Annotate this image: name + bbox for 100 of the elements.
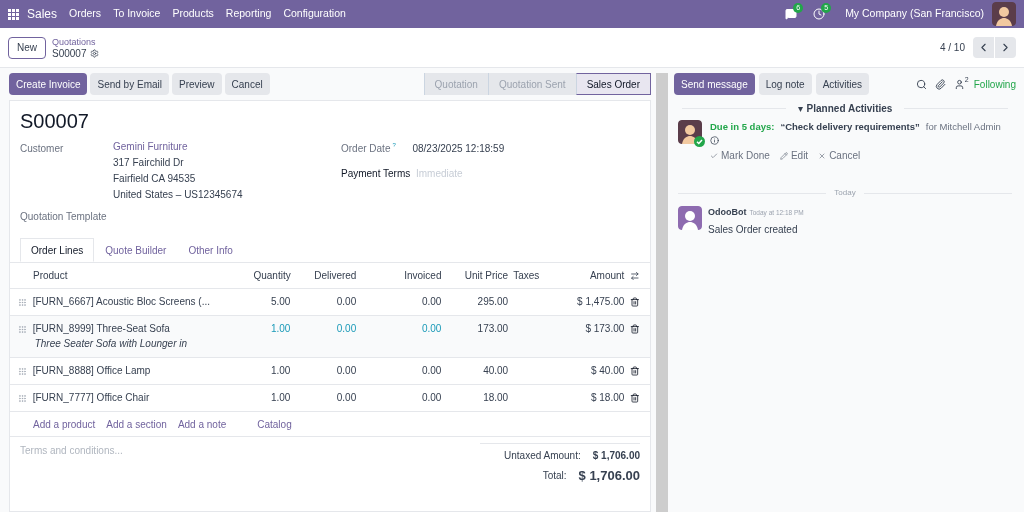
breadcrumb-link[interactable]: Quotations [52,36,99,48]
chatter-button[interactable]: Activities [815,73,870,95]
menu-item[interactable]: Orders [69,6,102,22]
delete-icon[interactable] [630,393,640,403]
company-switcher[interactable]: My Company (San Francisco) [845,6,984,22]
invoiced-cell-text: 0.00 [420,365,442,377]
unit-price-cell-text: 40.00 [482,365,509,377]
drag-handle-icon[interactable] [18,298,27,307]
stage-button[interactable]: Sales Order [575,73,651,95]
product-cell-text: [FURN_6667] Acoustic Bloc Screens (... [32,296,211,308]
activity-action[interactable]: Edit [779,148,809,164]
amount-cell-text: $ 1,475.00 [576,296,625,308]
delivered-cell-text: 0.00 [335,323,357,336]
customer-link[interactable]: Gemini Furniture [113,139,243,155]
message-author: OdooBot [708,206,747,220]
bot-avatar [678,206,702,231]
check-icon [710,151,718,160]
menu-item[interactable]: Products [172,6,214,22]
column-header[interactable]: Delivered [290,268,357,283]
delete-icon[interactable] [630,297,640,307]
totals-label: Total: [542,469,567,484]
drag-handle-icon[interactable] [18,367,27,376]
message-body: Sales Order created [708,222,799,237]
column-settings-icon[interactable] [630,270,640,281]
action-button[interactable]: Cancel [224,73,270,95]
delete-icon[interactable] [630,324,640,334]
following-button[interactable]: Following [973,76,1016,92]
product-cell-text: [FURN_7777] Office Chair [32,392,151,404]
amount-cell-text: $ 18.00 [589,392,625,404]
close-icon [818,151,827,160]
messages-icon[interactable] [785,8,798,20]
scrollbar[interactable] [656,73,668,512]
field-label: Order Date [341,142,391,156]
terms-field[interactable]: Terms and conditions... [20,443,480,458]
menu-item[interactable]: Configuration [283,6,346,22]
activity-summary: “Check delivery requirements” [780,120,920,134]
quantity-cell-text: 1.00 [269,365,291,377]
totals-value: $ 1,706.00 [592,449,640,463]
activity-action[interactable]: Cancel [818,148,861,164]
field-value: 08/23/2025 12:18:59 [412,142,505,156]
column-header[interactable]: Taxes [508,268,549,283]
delivered-cell-text: 0.00 [335,392,357,404]
field-label: Quotation Template [20,210,108,224]
order-line-row[interactable]: [FURN_8999] Three-Seat Sofa Three Seater Sofa with Lounger in 1.00 0.00 0.00 173.00 $ 173.00 [10,316,650,358]
previous-button[interactable] [973,37,994,58]
settings-icon[interactable] [89,48,99,58]
pencil-icon [779,151,788,160]
tab[interactable]: Other Info [177,238,244,262]
drag-handle-icon[interactable] [18,394,27,403]
search-icon[interactable] [915,78,927,90]
activity-action[interactable]: Mark Done [710,148,770,164]
column-header[interactable]: Unit Price [441,268,509,283]
info-icon[interactable] [710,136,719,146]
paperclip-icon[interactable] [934,78,946,90]
field-label: Payment Terms [341,167,412,181]
address-line: United States – US12345674 [113,188,243,202]
action-button[interactable]: Preview [171,73,222,95]
add-line-link[interactable]: Add a product [33,416,96,432]
drag-handle-icon[interactable] [18,325,27,334]
quantity-cell-text: 5.00 [269,296,291,308]
check-badge-icon [694,136,705,147]
add-line-link[interactable]: Add a section [106,416,167,432]
add-line-link[interactable]: Add a note [177,416,227,432]
followers-icon[interactable] [953,78,965,90]
amount-cell-text: $ 40.00 [589,365,625,377]
tab[interactable]: Order Lines [20,238,95,262]
user-avatar [992,2,1016,26]
column-header[interactable]: Amount [548,268,625,283]
action-button[interactable]: Create Invoice [9,73,88,95]
totals-label: Untaxed Amount: [504,449,581,463]
column-header[interactable]: Quantity [223,268,291,283]
quantity-cell-text: 1.00 [269,323,291,336]
menu-item[interactable]: To Invoice [113,6,161,22]
new-button[interactable]: New [8,36,46,59]
section-title[interactable]: Planned Activities [806,101,893,116]
column-header[interactable]: Product [33,268,223,283]
field-label: Customer [20,142,65,156]
tab[interactable]: Quote Builder [94,238,178,262]
product-cell-text: [FURN_8888] Office Lamp [32,365,152,377]
apps-menu-icon[interactable] [8,8,19,20]
activity-assignee: for Mitchell Admin [925,120,1001,134]
app-name[interactable]: Sales [27,5,58,23]
column-header[interactable]: Invoiced [356,268,442,283]
invoiced-cell-text: 0.00 [420,323,442,336]
product-description: Three Seater Sofa with Lounger in [34,338,189,350]
clock-icon[interactable] [813,8,826,20]
address-line: Fairfield CA 94535 [113,172,197,186]
quantity-cell-text: 1.00 [269,392,291,404]
chatter-button[interactable]: Log note [758,73,812,95]
delivered-cell-text: 0.00 [335,365,357,377]
next-button[interactable] [995,37,1016,58]
record-name: S00007 [52,47,87,59]
delete-icon[interactable] [630,366,640,376]
unit-price-cell-text: 18.00 [482,392,509,404]
add-line-link[interactable]: Catalog [257,416,292,432]
chatter-button[interactable]: Send message [674,73,755,95]
product-cell-text: [FURN_8999] Three-Seat Sofa [32,323,171,335]
menu-item[interactable]: Reporting [225,6,272,22]
action-button[interactable]: Send by Email [90,73,169,95]
caret-icon[interactable]: ▾ [797,101,803,116]
